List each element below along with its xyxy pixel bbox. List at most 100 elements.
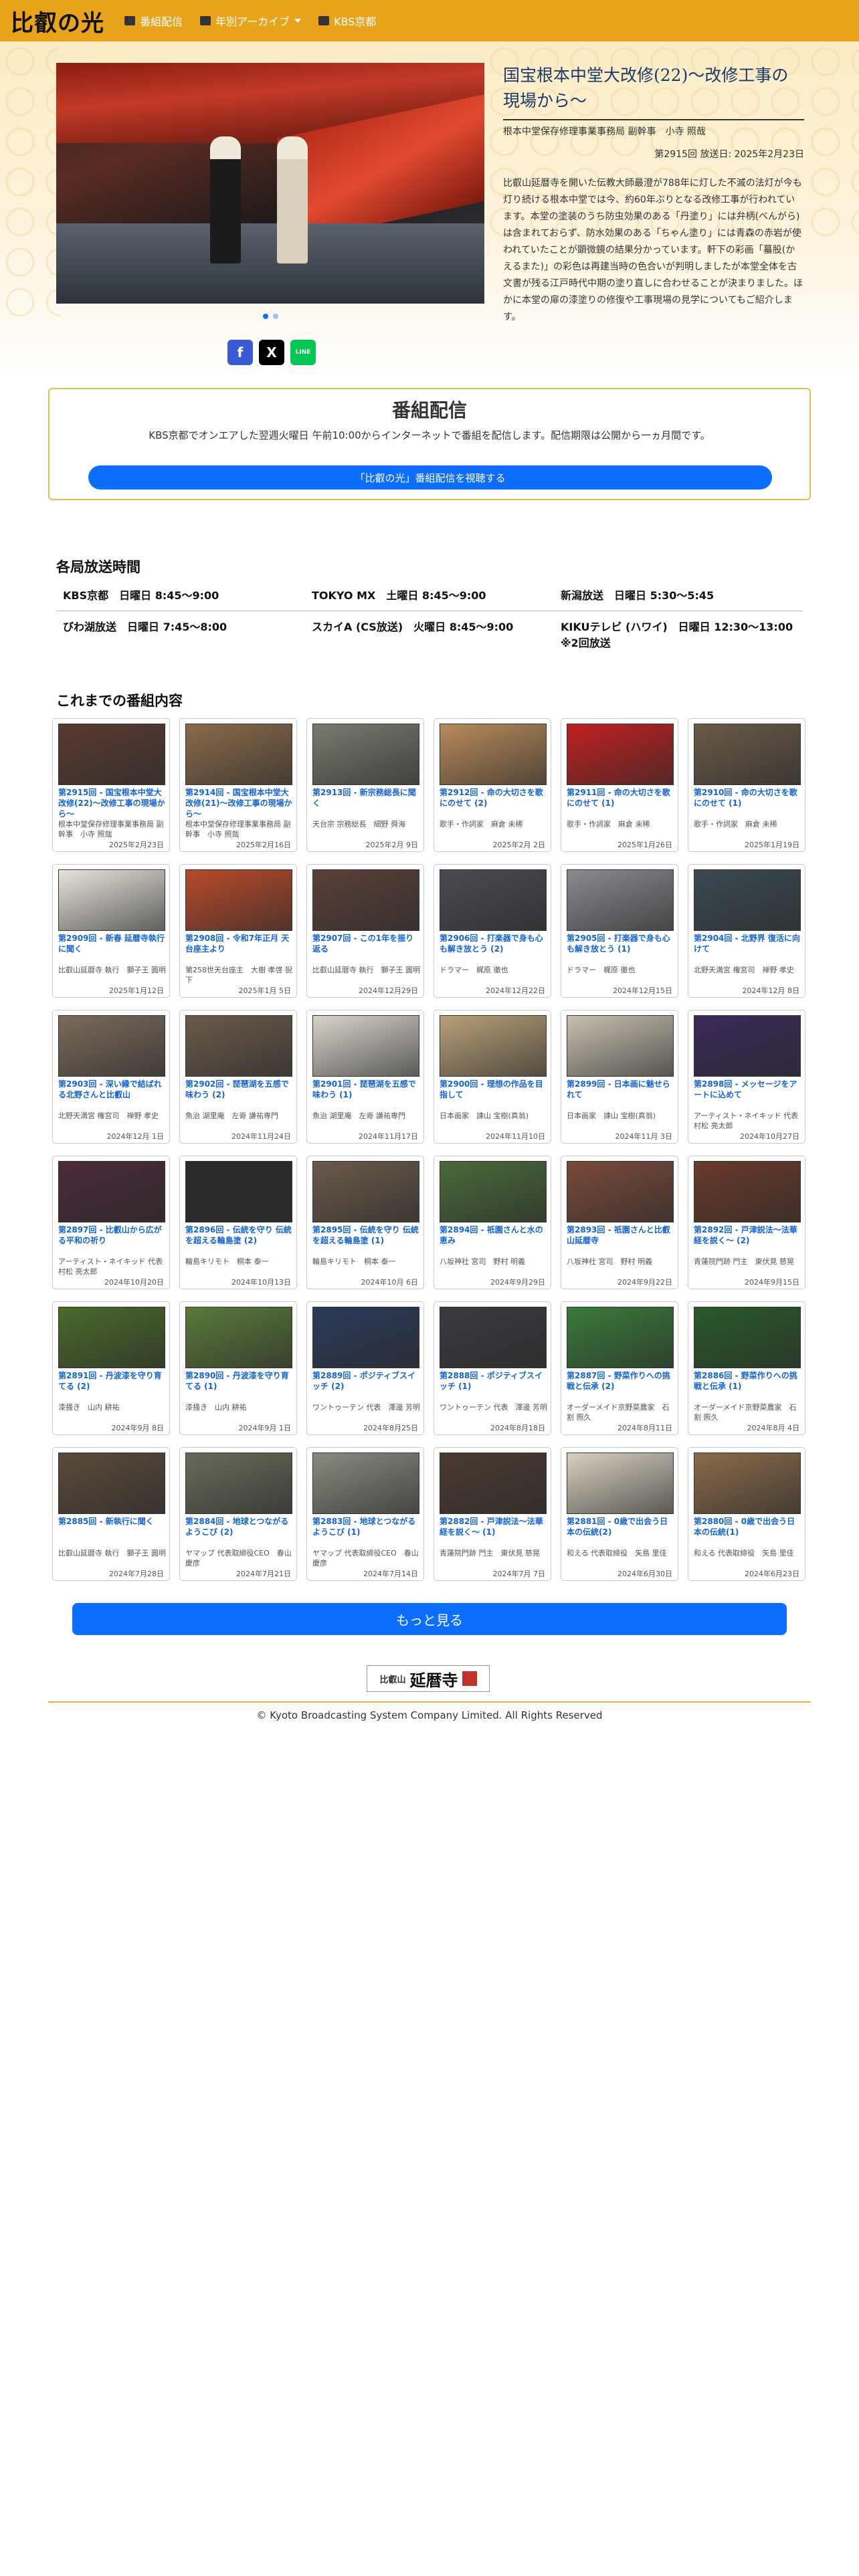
episode-thumbnail[interactable] (440, 1453, 547, 1514)
episode-card[interactable]: 第2904回 - 北野界 復活に向けて 北野天満宮 権宮司 禅野 孝史 2024年1… (688, 864, 805, 998)
episode-card[interactable]: 第2891回 - 丹波漆を守り育てる (2) 漆掻き 山内 耕祐 2024年9月 8… (52, 1301, 170, 1435)
episode-card-title[interactable]: 第2902回 - 琵琶湖を五感で味わう (2) (185, 1079, 294, 1111)
episode-card-title[interactable]: 第2913回 - 新宗務総長に聞く (312, 787, 421, 819)
episode-card[interactable]: 第2899回 - 日本画に魅せられて 日本画家 諫山 宝樹(真翁) 2024年11月… (561, 1010, 678, 1144)
episode-thumbnail[interactable] (58, 1015, 165, 1077)
site-brand[interactable]: 比叡の光 (11, 5, 104, 37)
episode-card-title[interactable]: 第2880回 - 0歳で出会う日本の伝統(1) (694, 1516, 802, 1548)
episode-card-title[interactable]: 第2882回 - 戸津説法〜法華経を説く〜 (1) (440, 1516, 548, 1548)
episode-card[interactable]: 第2881回 - 0歳で出会う日本の伝統(2) 和える 代表取締役 矢島 里佳 20… (561, 1447, 678, 1581)
episode-card[interactable]: 第2905回 - 打楽器で身も心も解き放とう (1) ドラマー 梶原 徹也 2024… (561, 864, 678, 998)
episode-card[interactable]: 第2909回 - 新春 延暦寺執行に聞く 比叡山延暦寺 執行 獅子王 圓明 2025… (52, 864, 170, 998)
episode-card-title[interactable]: 第2906回 - 打楽器で身も心も解き放とう (2) (440, 933, 548, 965)
nav-dropdown-archive[interactable]: 年別アーカイブ (200, 13, 302, 29)
episode-card-title[interactable]: 第2892回 - 戸津説法〜法華経を説く〜 (2) (694, 1224, 802, 1257)
episode-thumbnail[interactable] (185, 724, 292, 785)
episode-card-title[interactable]: 第2912回 - 命の大切さを歌にのせて (2) (440, 787, 548, 819)
nav-link-streaming[interactable]: 番組配信 (124, 13, 183, 29)
episode-card-title[interactable]: 第2891回 - 丹波漆を守り育てる (2) (58, 1370, 167, 1402)
episode-thumbnail[interactable] (694, 1453, 801, 1514)
episode-thumbnail[interactable] (694, 869, 801, 931)
episode-thumbnail[interactable] (694, 724, 801, 785)
episode-thumbnail[interactable] (567, 1453, 674, 1514)
episode-card-title[interactable]: 第2907回 - この1年を振り返る (312, 933, 421, 965)
episode-card[interactable]: 第2895回 - 伝統を守り 伝統を超える輪島塗 (1) 輪島キリモト 桐本 泰一… (306, 1156, 424, 1289)
watch-stream-button[interactable]: 「比叡の光」番組配信を視聴する (88, 465, 772, 490)
episode-card[interactable]: 第2915回 - 国宝根本中堂大改修(22)〜改修工事の現場から〜 根本中堂保存修… (52, 718, 170, 852)
episode-thumbnail[interactable] (694, 1015, 801, 1077)
enryakuji-logo[interactable]: 比叡山 延暦寺 (367, 1665, 490, 1692)
episode-thumbnail[interactable] (312, 869, 419, 931)
nav-link-kbs[interactable]: KBS京都 (318, 13, 376, 29)
episode-card-title[interactable]: 第2909回 - 新春 延暦寺執行に聞く (58, 933, 167, 965)
episode-card[interactable]: 第2902回 - 琵琶湖を五感で味わう (2) 魚治 湖里庵 左嵜 謙祐専門 202… (179, 1010, 297, 1144)
episode-card[interactable]: 第2911回 - 命の大切さを歌にのせて (1) 歌手・作詞家 麻倉 未稀 2025… (561, 718, 678, 852)
episode-thumbnail[interactable] (312, 1307, 419, 1368)
episode-card-title[interactable]: 第2897回 - 比叡山から広がる平和の祈り (58, 1224, 167, 1257)
episode-thumbnail[interactable] (440, 1161, 547, 1222)
episode-card[interactable]: 第2882回 - 戸津説法〜法華経を説く〜 (1) 青蓮院門跡 門主 東伏見 慈晃… (434, 1447, 551, 1581)
episode-thumbnail[interactable] (185, 1453, 292, 1514)
episode-card-title[interactable]: 第2881回 - 0歳で出会う日本の伝統(2) (567, 1516, 675, 1548)
episode-card-title[interactable]: 第2899回 - 日本画に魅せられて (567, 1079, 675, 1111)
episode-card-title[interactable]: 第2894回 - 祇園さんと水の恵み (440, 1224, 548, 1257)
episode-card-title[interactable]: 第2884回 - 地球とつながるようこび (2) (185, 1516, 294, 1548)
episode-thumbnail[interactable] (312, 1161, 419, 1222)
episode-thumbnail[interactable] (567, 724, 674, 785)
episode-card[interactable]: 第2886回 - 野菜作りへの挑戦と伝承 (1) オーダーメイド京野菜農家 石割 … (688, 1301, 805, 1435)
episode-card-title[interactable]: 第2900回 - 理想の作品を目指して (440, 1079, 548, 1111)
line-share-button[interactable]: LINE (290, 340, 316, 365)
episode-thumbnail[interactable] (185, 1161, 292, 1222)
load-more-button[interactable]: もっと見る (72, 1603, 787, 1635)
episode-card-title[interactable]: 第2896回 - 伝統を守り 伝統を超える輪島塗 (2) (185, 1224, 294, 1257)
episode-card-title[interactable]: 第2890回 - 丹波漆を守り育てる (1) (185, 1370, 294, 1402)
episode-card-title[interactable]: 第2888回 - ポジティブスイッチ (1) (440, 1370, 548, 1402)
episode-card[interactable]: 第2913回 - 新宗務総長に聞く 天台宗 宗務総長 細野 舜海 2025年2月 9… (306, 718, 424, 852)
episode-thumbnail[interactable] (185, 869, 292, 931)
episode-card[interactable]: 第2883回 - 地球とつながるようこび (1) ヤマップ 代表取締役CEO 春山… (306, 1447, 424, 1581)
episode-card[interactable]: 第2900回 - 理想の作品を目指して 日本画家 諫山 宝樹(真翁) 2024年11… (434, 1010, 551, 1144)
episode-card-title[interactable]: 第2914回 - 国宝根本中堂大改修(21)〜改修工事の現場から〜 (185, 787, 294, 819)
episode-thumbnail[interactable] (440, 724, 547, 785)
episode-card-title[interactable]: 第2905回 - 打楽器で身も心も解き放とう (1) (567, 933, 675, 965)
episode-thumbnail[interactable] (185, 1307, 292, 1368)
episode-thumbnail[interactable] (567, 869, 674, 931)
episode-thumbnail[interactable] (58, 869, 165, 931)
episode-thumbnail[interactable] (694, 1307, 801, 1368)
episode-card[interactable]: 第2907回 - この1年を振り返る 比叡山延暦寺 執行 獅子王 圓明 2024年1… (306, 864, 424, 998)
episode-thumbnail[interactable] (58, 1307, 165, 1368)
episode-card[interactable]: 第2914回 - 国宝根本中堂大改修(21)〜改修工事の現場から〜 根本中堂保存修… (179, 718, 297, 852)
episode-card[interactable]: 第2888回 - ポジティブスイッチ (1) ワントゥーテン 代表 澤邊 芳明 20… (434, 1301, 551, 1435)
episode-card[interactable]: 第2910回 - 命の大切さを歌にのせて (1) 歌手・作詞家 麻倉 未稀 2025… (688, 718, 805, 852)
carousel-dot[interactable] (273, 314, 278, 319)
episode-card[interactable]: 第2885回 - 新執行に聞く 比叡山延暦寺 執行 獅子王 圓明 2024年7月28… (52, 1447, 170, 1581)
episode-thumbnail[interactable] (185, 1015, 292, 1077)
episode-card[interactable]: 第2912回 - 命の大切さを歌にのせて (2) 歌手・作詞家 麻倉 未稀 2025… (434, 718, 551, 852)
episode-card-title[interactable]: 第2910回 - 命の大切さを歌にのせて (1) (694, 787, 802, 819)
episode-thumbnail[interactable] (567, 1307, 674, 1368)
episode-card-title[interactable]: 第2883回 - 地球とつながるようこび (1) (312, 1516, 421, 1548)
episode-card[interactable]: 第2903回 - 深い縁で結ばれる北野さんと比叡山 北野天満宮 権宮司 禅野 孝史… (52, 1010, 170, 1144)
episode-card-title[interactable]: 第2887回 - 野菜作りへの挑戦と伝承 (2) (567, 1370, 675, 1402)
episode-thumbnail[interactable] (567, 1015, 674, 1077)
episode-thumbnail[interactable] (312, 1453, 419, 1514)
episode-card-title[interactable]: 第2889回 - ポジティブスイッチ (2) (312, 1370, 421, 1402)
episode-card[interactable]: 第2896回 - 伝統を守り 伝統を超える輪島塗 (2) 輪島キリモト 桐本 泰一… (179, 1156, 297, 1289)
episode-card[interactable]: 第2893回 - 祇園さんと比叡山延暦寺 八坂神社 宮司 野村 明義 2024年9月… (561, 1156, 678, 1289)
episode-card-title[interactable]: 第2915回 - 国宝根本中堂大改修(22)〜改修工事の現場から〜 (58, 787, 167, 819)
episode-card-title[interactable]: 第2895回 - 伝統を守り 伝統を超える輪島塗 (1) (312, 1224, 421, 1257)
episode-card[interactable]: 第2901回 - 琵琶湖を五感で味わう (1) 魚治 湖里庵 左嵜 謙祐専門 202… (306, 1010, 424, 1144)
episode-card[interactable]: 第2898回 - メッセージをアートに込めて アーティスト・ネイキッド 代表 村松… (688, 1010, 805, 1144)
episode-card[interactable]: 第2908回 - 令和7年正月 天台座主より 第258世天台座主 大樹 孝啓 猊下… (179, 864, 297, 998)
episode-card-title[interactable]: 第2908回 - 令和7年正月 天台座主より (185, 933, 294, 965)
hero-carousel-image[interactable] (56, 63, 484, 304)
episode-thumbnail[interactable] (440, 869, 547, 931)
episode-card-title[interactable]: 第2885回 - 新執行に聞く (58, 1516, 167, 1548)
episode-card-title[interactable]: 第2904回 - 北野界 復活に向けて (694, 933, 802, 965)
episode-card[interactable]: 第2889回 - ポジティブスイッチ (2) ワントゥーテン 代表 澤邊 芳明 20… (306, 1301, 424, 1435)
episode-thumbnail[interactable] (58, 724, 165, 785)
episode-card-title[interactable]: 第2903回 - 深い縁で結ばれる北野さんと比叡山 (58, 1079, 167, 1111)
episode-thumbnail[interactable] (58, 1161, 165, 1222)
x-share-button[interactable]: X (259, 340, 284, 365)
episode-thumbnail[interactable] (312, 724, 419, 785)
